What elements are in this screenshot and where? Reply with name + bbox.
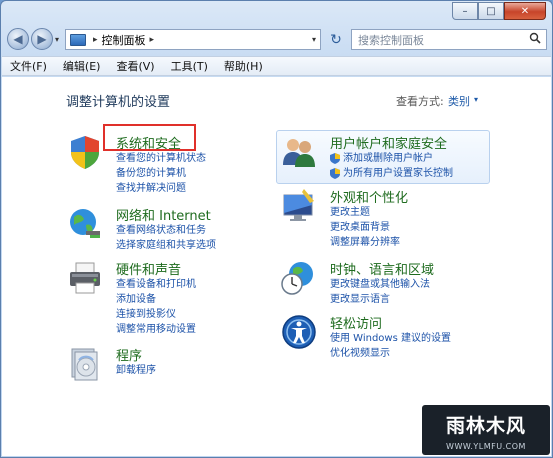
link-windows-recommended-settings[interactable]: 使用 Windows 建议的设置 [330,331,451,346]
address-bar[interactable]: ▸ 控制面板 ▸ ▾ [65,29,321,50]
watermark-text: 雨林木风 [445,415,526,437]
back-button[interactable]: ◀ [7,28,29,50]
control-panel-window: – □ ✕ ◀ ▶ ▾ ▸ 控制面板 ▸ ▾ ↻ 搜索控制面板 文件(F) 编辑… [0,0,553,458]
link-change-theme[interactable]: 更改主题 [330,205,400,220]
maximize-button[interactable]: □ [478,2,504,20]
link-devices-printers[interactable]: 查看设备和打印机 [116,277,196,292]
link-label: 为所有用户设置家长控制 [343,168,453,179]
search-icon[interactable] [529,32,541,47]
content-area: 调整计算机的设置 查看方式: 类别 ▾ 系统和安全 查看您的计算机状态 备份您的… [2,77,551,456]
close-button[interactable]: ✕ [504,2,546,20]
menu-edit[interactable]: 编辑(E) [55,58,109,74]
breadcrumb-separator-icon[interactable]: ▸ [93,35,98,45]
link-add-device[interactable]: 添加设备 [116,292,196,307]
category-title[interactable]: 外观和个性化 [330,187,408,206]
link-parental-controls[interactable]: 为所有用户设置家长控制 [330,166,453,181]
category-title[interactable]: 用户帐户和家庭安全 [330,133,447,152]
link-network-status[interactable]: 查看网络状态和任务 [116,223,216,238]
view-by-dropdown[interactable]: 类别 [448,93,470,109]
breadcrumb-separator-icon[interactable]: ▸ [150,35,155,45]
uac-shield-icon [330,168,340,179]
link-connect-projector[interactable]: 连接到投影仪 [116,307,196,322]
menu-help[interactable]: 帮助(H) [216,58,271,74]
programs-disc-icon[interactable] [66,345,104,383]
link-keyboard-input[interactable]: 更改键盘或其他输入法 [330,277,430,292]
address-dropdown-icon[interactable]: ▾ [312,35,316,44]
refresh-button[interactable]: ↻ [325,30,347,50]
chevron-down-icon[interactable]: ▾ [474,95,478,104]
uac-shield-icon [330,153,340,164]
menu-bar: 文件(F) 编辑(E) 查看(V) 工具(T) 帮助(H) [2,56,551,76]
link-desktop-background[interactable]: 更改桌面背景 [330,220,400,235]
link-screen-resolution[interactable]: 调整屏幕分辨率 [330,235,400,250]
link-homegroup-sharing[interactable]: 选择家庭组和共享选项 [116,238,216,253]
security-shield-icon[interactable] [66,133,104,171]
category-title[interactable]: 网络和 Internet [116,205,211,224]
view-by-label: 查看方式: [396,95,444,108]
menu-view[interactable]: 查看(V) [108,58,162,74]
appearance-monitor-icon[interactable] [280,187,318,225]
navigation-bar: ◀ ▶ ▾ ▸ 控制面板 ▸ ▾ ↻ 搜索控制面板 [7,27,547,53]
forward-button[interactable]: ▶ [31,28,53,50]
link-optimize-visual-display[interactable]: 优化视频显示 [330,346,451,361]
link-troubleshoot[interactable]: 查找并解决问题 [116,181,206,196]
link-add-remove-accounts[interactable]: 添加或删除用户帐户 [330,151,453,166]
watermark-url: WWW.YLMFU.COM [446,442,526,451]
ease-of-access-icon[interactable] [280,313,318,351]
watermark-logo: 雨林木风 WWW.YLMFU.COM [422,405,550,455]
control-panel-icon [70,33,86,46]
search-input[interactable]: 搜索控制面板 [351,29,547,50]
recent-pages-dropdown-icon[interactable]: ▾ [55,35,59,44]
caption-buttons: – □ ✕ [452,2,546,20]
minimize-button[interactable]: – [452,2,478,20]
link-backup-computer[interactable]: 备份您的计算机 [116,166,206,181]
link-label: 添加或删除用户帐户 [343,153,433,164]
page-title: 调整计算机的设置 [66,95,171,110]
menu-file[interactable]: 文件(F) [2,58,55,74]
category-title[interactable]: 时钟、语言和区域 [330,259,434,278]
users-icon[interactable] [280,133,318,171]
link-uninstall-program[interactable]: 卸载程序 [116,363,156,378]
link-view-computer-status[interactable]: 查看您的计算机状态 [116,151,206,166]
link-display-language[interactable]: 更改显示语言 [330,292,430,307]
network-globe-icon[interactable] [66,205,104,243]
category-title[interactable]: 程序 [116,345,142,364]
clock-globe-icon[interactable] [280,259,318,297]
menu-tools[interactable]: 工具(T) [163,58,216,74]
category-title[interactable]: 硬件和声音 [116,259,181,278]
highlight-annotation [103,124,196,151]
breadcrumb-control-panel[interactable]: 控制面板 [102,32,146,48]
printer-icon[interactable] [66,259,104,297]
link-mobility-settings[interactable]: 调整常用移动设置 [116,322,196,337]
search-placeholder: 搜索控制面板 [358,33,424,47]
category-title[interactable]: 轻松访问 [330,313,382,332]
